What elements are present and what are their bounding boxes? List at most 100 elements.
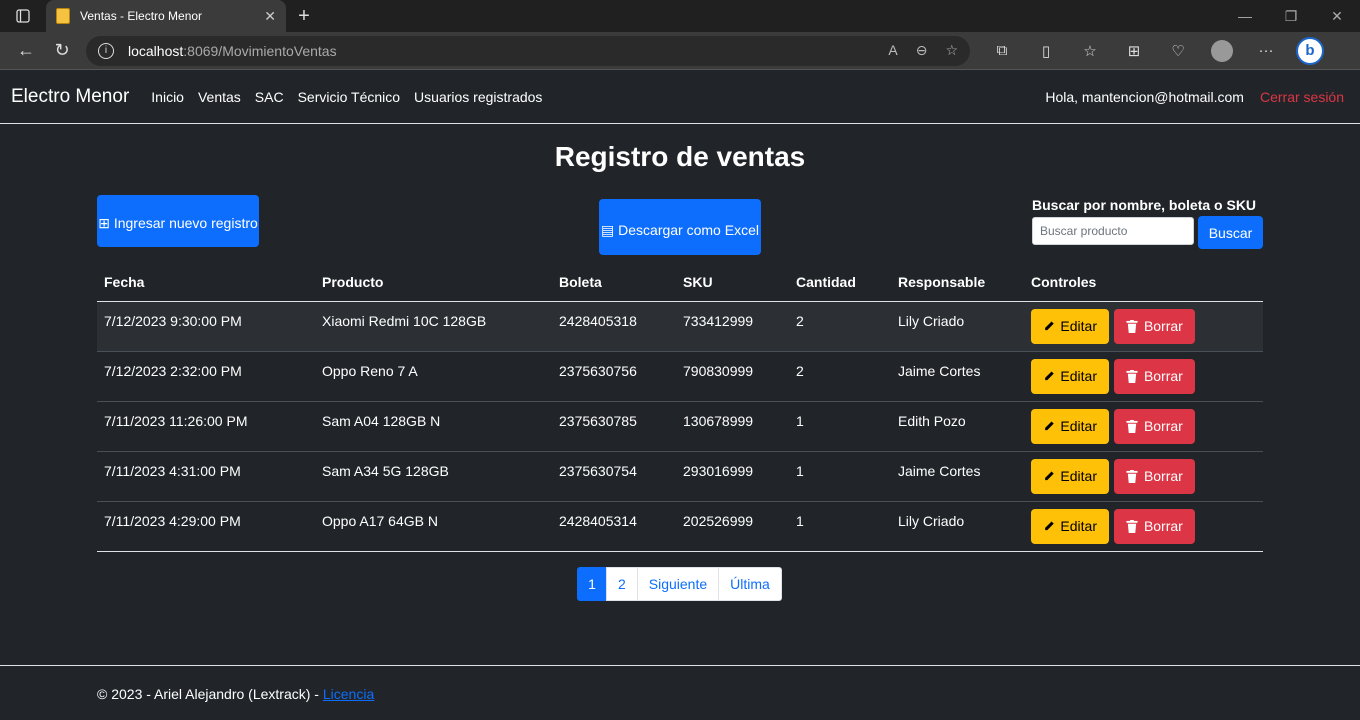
delete-label: Borrar xyxy=(1143,368,1183,384)
last-page-link[interactable]: Última xyxy=(718,566,782,601)
edit-button[interactable]: Editar xyxy=(1031,308,1109,344)
search-box: Buscar por nombre, boleta o SKU Buscar xyxy=(1032,197,1263,249)
delete-label: Borrar xyxy=(1143,518,1183,534)
nav-links: Inicio Ventas SAC Servicio Técnico Usuar… xyxy=(151,89,542,105)
cell-fecha: 7/11/2023 4:31:00 PM xyxy=(97,451,315,502)
nav-ventas[interactable]: Ventas xyxy=(198,89,241,105)
header-fecha: Fecha xyxy=(97,264,315,302)
favorite-star-icon[interactable]: ☆ xyxy=(945,42,958,59)
profile-avatar[interactable] xyxy=(1211,39,1233,62)
extensions-icon[interactable]: ⧉ xyxy=(982,35,1022,67)
page-2-link[interactable]: 2 xyxy=(605,566,638,601)
cell-cantidad: 1 xyxy=(789,451,891,502)
edit-label: Editar xyxy=(1060,518,1097,534)
nav-user-area: Hola, mantencion@hotmail.com Cerrar sesi… xyxy=(1045,89,1349,105)
search-input[interactable] xyxy=(1032,217,1194,245)
nav-sac[interactable]: SAC xyxy=(255,89,284,105)
cell-cantidad: 2 xyxy=(789,351,891,402)
header-responsable: Responsable xyxy=(891,264,1024,302)
cell-fecha: 7/12/2023 9:30:00 PM xyxy=(97,301,315,352)
bing-icon[interactable]: b xyxy=(1296,36,1324,65)
header-boleta: Boleta xyxy=(552,264,676,302)
page-title: Registro de ventas xyxy=(554,141,806,172)
cell-responsable: Edith Pozo xyxy=(891,401,1024,452)
nav-servicio-tecnico[interactable]: Servicio Técnico xyxy=(298,89,400,105)
delete-button[interactable]: Borrar xyxy=(1113,408,1195,444)
plus-square-icon: ⊞ xyxy=(98,215,110,231)
license-link[interactable]: Licencia xyxy=(323,686,374,702)
app-navbar: Electro Menor Inicio Ventas SAC Servicio… xyxy=(0,70,1360,124)
header-controles: Controles xyxy=(1024,264,1263,302)
close-window-icon[interactable]: ✕ xyxy=(1314,0,1360,32)
cell-fecha: 7/11/2023 11:26:00 PM xyxy=(97,401,315,452)
header-sku: SKU xyxy=(676,264,789,302)
nav-inicio[interactable]: Inicio xyxy=(151,89,184,105)
page-1-link[interactable]: 1 xyxy=(577,566,607,601)
table-row: 7/11/2023 4:31:00 PM Sam A34 5G 128GB 2375… xyxy=(97,451,1263,502)
window-controls: — ❐ ✕ xyxy=(1222,0,1360,32)
header-cantidad: Cantidad xyxy=(789,264,891,302)
notepad-favicon-icon xyxy=(56,8,70,24)
browser-tools: ⧉ ▯ ☆ ⊞ ♡ ··· b xyxy=(982,35,1330,67)
delete-button[interactable]: Borrar xyxy=(1113,508,1195,544)
pencil-icon xyxy=(1044,521,1054,531)
cell-boleta: 2375630785 xyxy=(552,401,676,452)
delete-label: Borrar xyxy=(1143,468,1183,484)
edit-button[interactable]: Editar xyxy=(1031,358,1109,394)
cell-controles: Editar Borrar xyxy=(1024,451,1263,502)
cell-sku: 733412999 xyxy=(676,301,789,352)
delete-button[interactable]: Borrar xyxy=(1113,458,1195,494)
footer-text: © 2023 - Ariel Alejandro (Lextrack) - xyxy=(97,686,323,702)
edit-button[interactable]: Editar xyxy=(1031,408,1109,444)
spreadsheet-icon: ▤ xyxy=(601,222,615,238)
pencil-icon xyxy=(1044,321,1054,331)
search-label: Buscar por nombre, boleta o SKU xyxy=(1032,197,1257,213)
more-icon[interactable]: ··· xyxy=(1246,35,1286,67)
logout-link[interactable]: Cerrar sesión xyxy=(1260,89,1349,105)
minimize-icon[interactable]: — xyxy=(1222,0,1268,32)
split-screen-icon[interactable]: ▯ xyxy=(1026,35,1066,67)
tab-actions-icon[interactable] xyxy=(0,0,46,32)
back-icon[interactable]: ← xyxy=(8,35,44,67)
edit-button[interactable]: Editar xyxy=(1031,508,1109,544)
delete-button[interactable]: Borrar xyxy=(1113,308,1195,344)
cell-boleta: 2375630756 xyxy=(552,351,676,402)
trash-icon xyxy=(1126,469,1138,483)
health-icon[interactable]: ♡ xyxy=(1158,35,1198,67)
cell-boleta: 2375630754 xyxy=(552,451,676,502)
pencil-icon xyxy=(1044,421,1054,431)
pencil-icon xyxy=(1044,471,1054,481)
new-tab-icon[interactable]: + xyxy=(286,0,322,32)
site-info-icon[interactable]: i xyxy=(98,42,114,59)
new-record-button[interactable]: ⊞ Ingresar nuevo registro xyxy=(97,195,259,247)
favorites-icon[interactable]: ☆ xyxy=(1070,35,1110,67)
table-row: 7/11/2023 11:26:00 PM Sam A04 128GB N 2375… xyxy=(97,401,1263,452)
cell-cantidad: 1 xyxy=(789,401,891,452)
collections-icon[interactable]: ⊞ xyxy=(1114,35,1154,67)
table-header-row: Fecha Producto Boleta SKU Cantidad Respo… xyxy=(97,264,1263,302)
restore-icon[interactable]: ❐ xyxy=(1268,0,1314,32)
refresh-icon[interactable]: ↻ xyxy=(44,35,80,67)
nav-usuarios[interactable]: Usuarios registrados xyxy=(414,89,542,105)
edit-label: Editar xyxy=(1060,468,1097,484)
browser-tab[interactable]: Ventas - Electro Menor ✕ xyxy=(46,0,286,32)
user-greeting[interactable]: Hola, mantencion@hotmail.com xyxy=(1045,89,1244,105)
delete-button[interactable]: Borrar xyxy=(1113,358,1195,394)
search-button[interactable]: Buscar xyxy=(1198,216,1263,249)
zoom-icon[interactable]: ⊖ xyxy=(916,42,928,59)
edit-button[interactable]: Editar xyxy=(1031,458,1109,494)
delete-label: Borrar xyxy=(1143,418,1183,434)
brand-link[interactable]: Electro Menor xyxy=(11,86,129,108)
browser-tabstrip: Ventas - Electro Menor ✕ + — ❐ ✕ xyxy=(0,0,1360,32)
next-page-link[interactable]: Siguiente xyxy=(636,566,720,601)
actions-row: ⊞ Ingresar nuevo registro ▤ Descargar co… xyxy=(97,186,1263,264)
new-record-label: Ingresar nuevo registro xyxy=(113,215,258,231)
cell-sku: 202526999 xyxy=(676,501,789,552)
cell-responsable: Lily Criado xyxy=(891,501,1024,552)
url-bar[interactable]: i localhost:8069/MovimientoVentas A ⊖ ☆ xyxy=(86,35,970,66)
read-aloud-icon[interactable]: A xyxy=(888,42,897,59)
cell-controles: Editar Borrar xyxy=(1024,401,1263,452)
close-tab-icon[interactable]: ✕ xyxy=(264,8,276,25)
download-excel-button[interactable]: ▤ Descargar como Excel xyxy=(599,199,761,255)
cell-responsable: Lily Criado xyxy=(891,301,1024,352)
